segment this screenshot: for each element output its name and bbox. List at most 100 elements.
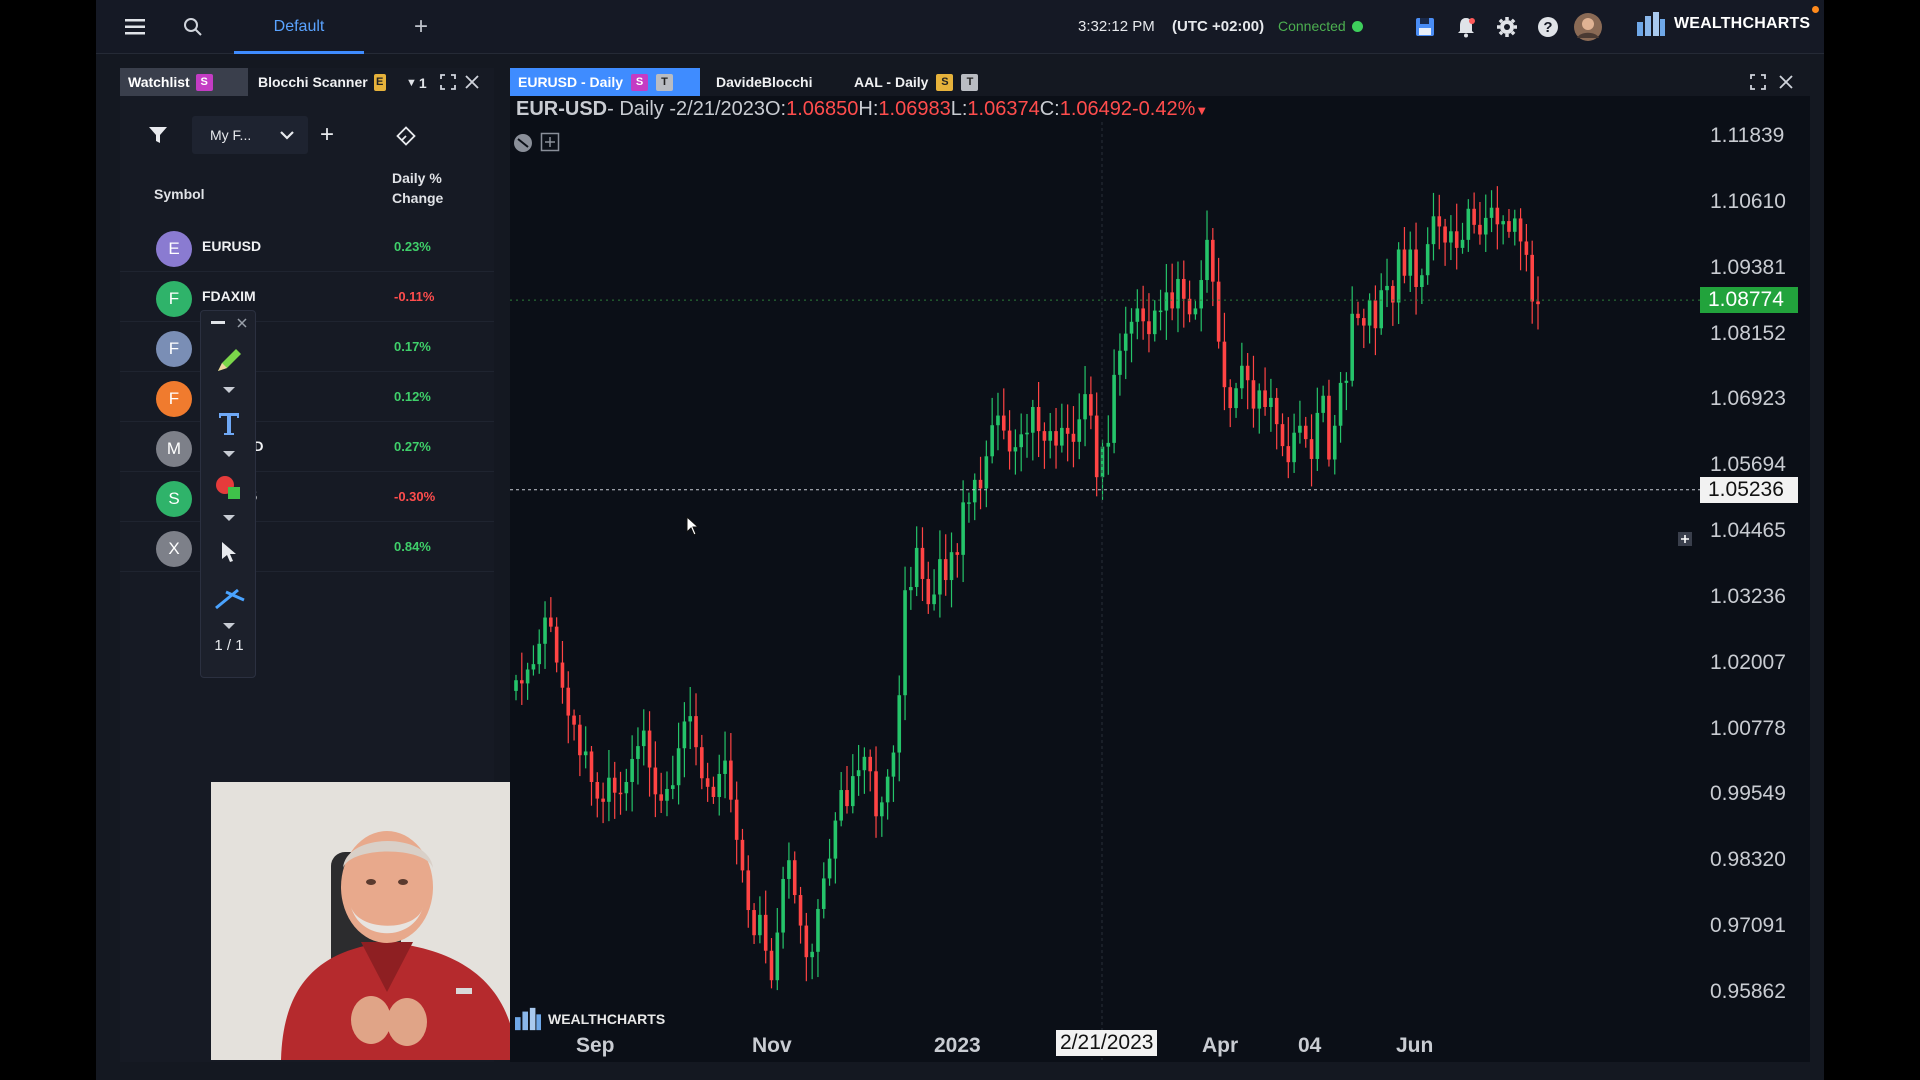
candle-body xyxy=(1524,241,1529,255)
add-tab-button[interactable]: + xyxy=(406,12,436,42)
filter-icon[interactable] xyxy=(148,126,168,149)
shape-caret-icon[interactable] xyxy=(223,515,235,521)
tab-eurusd-daily[interactable]: EURUSD - Daily S T xyxy=(510,68,700,96)
pencil-icon[interactable] xyxy=(201,343,257,377)
candlestick-chart[interactable] xyxy=(510,122,1700,1060)
pencil-caret-icon[interactable] xyxy=(223,387,235,393)
candle-body xyxy=(705,778,710,787)
candle-body xyxy=(1332,425,1337,460)
tab-watchlist[interactable]: Watchlist S xyxy=(120,68,248,96)
chart-panel: EURUSD - Daily S T DavideBlocchi AAL - D… xyxy=(510,68,1810,1062)
hamburger-menu-icon[interactable] xyxy=(120,12,150,42)
filter-select[interactable]: My F... xyxy=(192,116,308,154)
candle-body xyxy=(746,870,751,911)
column-header-daily-change[interactable]: Daily % Change xyxy=(392,168,456,208)
symbol-avatar: M xyxy=(156,431,192,467)
candle-body xyxy=(1089,394,1093,416)
text-caret-icon[interactable] xyxy=(223,451,235,457)
line-tool-icon[interactable] xyxy=(201,581,257,615)
tab-davideblocchi[interactable]: DavideBlocchi xyxy=(708,68,836,96)
candle-body xyxy=(1245,365,1250,381)
tab-blocchi-scanner[interactable]: Blocchi Scanner E xyxy=(250,68,400,96)
tab-overflow-dropdown[interactable]: ▼ 1 xyxy=(406,75,427,91)
candle-body xyxy=(740,839,745,871)
maximize-panel-icon[interactable] xyxy=(440,74,456,95)
column-header-symbol[interactable]: Symbol xyxy=(154,186,205,202)
eraser-icon[interactable] xyxy=(396,126,416,151)
candle-body xyxy=(972,479,977,503)
candle-body xyxy=(601,798,605,802)
cursor-icon[interactable] xyxy=(201,535,257,569)
gear-icon[interactable] xyxy=(1492,12,1522,42)
candle-body xyxy=(647,730,652,768)
candle-body xyxy=(543,617,547,644)
watchlist-row[interactable]: SSTOXX5-0.30% xyxy=(120,472,494,522)
candle-body xyxy=(1269,397,1273,407)
open-value: 1.06850 xyxy=(786,98,859,120)
chevron-down-icon xyxy=(280,130,294,140)
clock-time: 3:32:12 PM xyxy=(1078,18,1155,35)
watchlist-row[interactable]: MMAUUSD0.27% xyxy=(120,422,494,472)
text-icon[interactable] xyxy=(201,407,257,441)
price-axis[interactable]: 1.11839 1.10610 1.09381 1.08152 1.06923 1.056… xyxy=(1700,122,1810,1060)
candle-body xyxy=(676,748,681,786)
symbol-avatar: S xyxy=(156,481,192,517)
close-chart-icon[interactable] xyxy=(1778,74,1794,95)
daily-change-value: -0.11% xyxy=(394,289,435,304)
candle-body xyxy=(1338,382,1343,426)
candle-body xyxy=(653,767,658,795)
time-tick-label: Nov xyxy=(752,1034,792,1057)
candle-body xyxy=(694,716,698,748)
watchlist-row[interactable]: E EURUSD 0.23% xyxy=(120,222,494,272)
candle-body xyxy=(1495,207,1500,225)
brand-logo[interactable]: WEALTHCHARTS xyxy=(1636,10,1810,38)
candle-body xyxy=(1065,427,1070,434)
shape-icon[interactable] xyxy=(201,471,257,505)
high-value: 1.06983 xyxy=(878,98,951,120)
save-icon[interactable] xyxy=(1410,12,1440,42)
candle-body xyxy=(903,590,907,696)
candle-body xyxy=(665,788,669,801)
minimize-toolbar-icon[interactable] xyxy=(211,321,225,324)
avatar[interactable] xyxy=(1573,12,1603,42)
candle-body xyxy=(874,771,878,817)
candle-body xyxy=(810,951,814,958)
help-icon[interactable]: ? xyxy=(1533,12,1563,42)
candle-body xyxy=(1036,407,1041,432)
price-tick-label: 0.99549 xyxy=(1710,782,1786,806)
watchlist-row[interactable]: XXTIUSD0.84% xyxy=(120,522,494,572)
search-icon[interactable] xyxy=(178,12,208,42)
crosshair-price-label: 1.05236 xyxy=(1700,476,1798,503)
candle-body xyxy=(1315,412,1320,459)
tab-aal-daily[interactable]: AAL - Daily S T xyxy=(846,68,996,96)
tab-default[interactable]: Default xyxy=(234,0,364,54)
watchlist-row[interactable]: FFNDXM0.17% xyxy=(120,322,494,372)
maximize-chart-icon[interactable] xyxy=(1750,74,1766,95)
candle-body xyxy=(1518,218,1523,242)
crosshair-add-icon[interactable] xyxy=(1678,532,1692,551)
candle-body xyxy=(1152,310,1157,335)
close-panel-icon[interactable] xyxy=(464,74,480,95)
bell-icon[interactable] xyxy=(1451,12,1481,42)
close-toolbar-icon[interactable] xyxy=(237,315,247,333)
brand-name: WEALTHCHARTS xyxy=(1674,15,1811,32)
candle-body xyxy=(897,695,902,753)
candle-body xyxy=(758,914,762,936)
watchlist-list: E EURUSD 0.23% F FDAXIM -0.11% FFNDXM0.17%FFSP… xyxy=(120,222,494,572)
add-watchlist-button[interactable]: + xyxy=(312,120,342,150)
watchlist-row[interactable]: FFSPXM0.12% xyxy=(120,372,494,422)
time-tick-label: 2023 xyxy=(934,1034,981,1057)
low-label: L: xyxy=(950,98,968,120)
candle-body xyxy=(1118,350,1122,375)
watchlist-row[interactable]: F FDAXIM -0.11% xyxy=(120,272,494,322)
candle-body xyxy=(1251,380,1256,409)
low-value: 1.06374 xyxy=(967,98,1040,120)
candle-body xyxy=(1274,397,1279,425)
candle-body xyxy=(984,456,989,489)
line-tool-caret-icon[interactable] xyxy=(223,623,235,629)
candle-body xyxy=(938,559,942,595)
candle-body xyxy=(1536,301,1540,305)
candle-body xyxy=(1286,446,1291,463)
candle-body xyxy=(856,770,861,777)
candle-body xyxy=(839,790,843,821)
